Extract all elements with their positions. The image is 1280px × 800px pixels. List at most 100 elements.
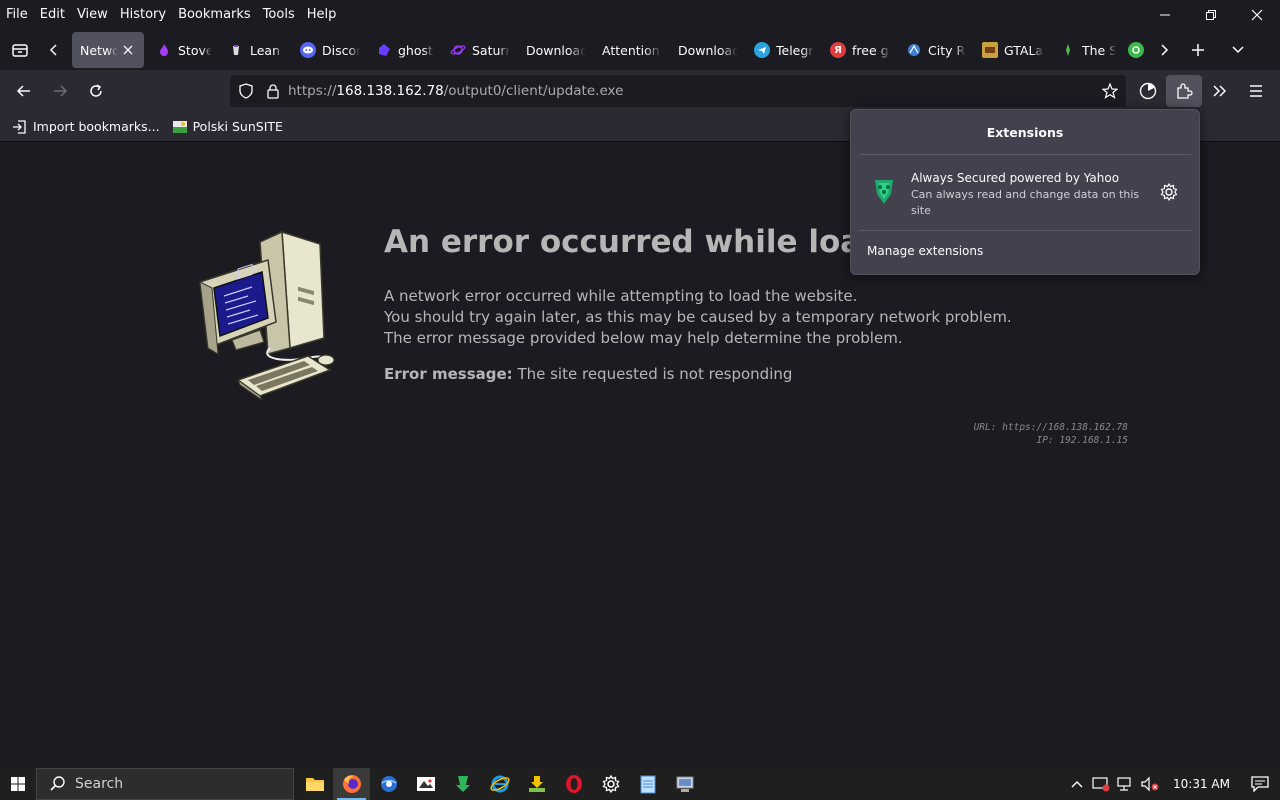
shield-icon[interactable]: [238, 83, 254, 99]
error-message-label: Error message:: [384, 365, 513, 383]
forward-button[interactable]: [42, 75, 78, 107]
url-text[interactable]: https://168.138.162.78/output0/client/up…: [288, 83, 623, 99]
tab-attention[interactable]: Attention: [594, 32, 670, 68]
close-window-button[interactable]: [1234, 0, 1280, 30]
tab-network-error[interactable]: Networ: [72, 32, 144, 68]
taskbar-internet-explorer[interactable]: [481, 768, 518, 800]
tab-stove[interactable]: Stove: [148, 32, 220, 68]
tab-ghost[interactable]: ghost: [368, 32, 442, 68]
volume-button[interactable]: [1137, 768, 1163, 800]
minimize-button[interactable]: [1142, 0, 1188, 30]
network-status-button[interactable]: [1113, 768, 1137, 800]
new-tab-button[interactable]: [1178, 30, 1218, 70]
puzzle-icon: [1177, 83, 1193, 99]
taskbar-opera[interactable]: [555, 768, 592, 800]
menu-tools[interactable]: Tools: [257, 5, 301, 25]
taskbar-firefox[interactable]: [333, 768, 370, 800]
menu-bookmarks[interactable]: Bookmarks: [172, 5, 257, 25]
back-button[interactable]: [6, 75, 42, 107]
tab-download-1[interactable]: Download: [518, 32, 594, 68]
restore-icon: [1206, 10, 1216, 20]
volume-muted-icon: [1141, 776, 1159, 792]
taskbar-app-imageviewer[interactable]: [407, 768, 444, 800]
url-scheme: https://: [288, 83, 337, 99]
error-url-line: URL: https://168.138.162.78: [973, 422, 1128, 433]
extensions-button[interactable]: [1166, 75, 1202, 107]
tray-app-icon[interactable]: [1089, 768, 1113, 800]
tab-label: ghost: [398, 42, 433, 58]
taskbar-app-downloader[interactable]: [518, 768, 555, 800]
error-line: A network error occurred while attemptin…: [384, 287, 858, 305]
download-arrow-icon: [528, 776, 545, 792]
tab-label: City R: [928, 42, 966, 58]
bookmark-import[interactable]: Import bookmarks...: [6, 115, 166, 139]
menu-file[interactable]: File: [0, 5, 34, 25]
taskbar-clock[interactable]: 10:31 AM: [1173, 777, 1230, 791]
chevron-up-icon: [1071, 781, 1083, 788]
menu-view[interactable]: View: [71, 5, 114, 25]
error-message-text: The site requested is not responding: [517, 365, 793, 383]
firefox-view-button[interactable]: [0, 30, 40, 70]
app-menu-button[interactable]: [1238, 75, 1274, 107]
taskbar-file-explorer[interactable]: [296, 768, 333, 800]
address-bar[interactable]: https://168.138.162.78/output0/client/up…: [230, 75, 1126, 107]
computer-icon: [676, 776, 693, 792]
menu-history[interactable]: History: [114, 5, 172, 25]
refresh-green-icon: [1128, 42, 1144, 58]
tab-saturn[interactable]: Saturn: [442, 32, 518, 68]
network-icon: [1117, 777, 1131, 791]
tab-telegram[interactable]: Telegr: [746, 32, 822, 68]
tab-the-si[interactable]: The Si: [1052, 32, 1124, 68]
arrow-right-icon: [54, 85, 68, 97]
tray-monitor-icon: [1092, 777, 1110, 792]
tab-label: The Si: [1082, 42, 1116, 58]
tab-label: free g: [852, 42, 889, 58]
bookmark-star-icon[interactable]: [1102, 83, 1118, 99]
taskbar-app-globe[interactable]: [370, 768, 407, 800]
manage-extensions-link[interactable]: Manage extensions: [867, 244, 983, 258]
separator: [859, 230, 1191, 231]
lock-icon[interactable]: [266, 83, 280, 99]
notification-icon: [1251, 776, 1269, 792]
gear-icon[interactable]: [1159, 182, 1179, 202]
image-viewer-icon: [416, 777, 435, 791]
reload-button[interactable]: [78, 75, 114, 107]
show-hidden-icons-button[interactable]: [1065, 768, 1089, 800]
tab-city[interactable]: City R: [898, 32, 974, 68]
error-description: A network error occurred while attemptin…: [384, 286, 1012, 349]
tab-scroll-right[interactable]: [1150, 30, 1178, 70]
tab-download-2[interactable]: Download: [670, 32, 746, 68]
tab-close-button[interactable]: [120, 42, 136, 58]
tab-gtala[interactable]: GTALa: [974, 32, 1052, 68]
menu-bar: File Edit View History Bookmarks Tools H…: [0, 0, 1280, 30]
notifications-button[interactable]: [1240, 768, 1280, 800]
tab-scroll-left[interactable]: [40, 30, 68, 70]
timer-extension-button[interactable]: [1130, 75, 1166, 107]
extension-item-always-secured[interactable]: Always Secured powered by Yahoo Can alwa…: [859, 162, 1191, 226]
taskbar-app-download-green[interactable]: [444, 768, 481, 800]
taskbar-notepad[interactable]: [629, 768, 666, 800]
menu-help[interactable]: Help: [301, 5, 343, 25]
taskbar-search[interactable]: Search: [36, 768, 294, 800]
taskbar-settings[interactable]: [592, 768, 629, 800]
tab-label: Saturn: [472, 42, 510, 58]
menu-edit[interactable]: Edit: [34, 5, 71, 25]
opera-icon: [565, 775, 582, 793]
tab-discord[interactable]: Discor: [292, 32, 368, 68]
start-button[interactable]: [0, 768, 36, 800]
tab-lean[interactable]: Lean S: [220, 32, 292, 68]
chevron-down-icon: [1232, 46, 1244, 54]
tab-bar: Networ Stove Lean S Discor ghost Saturn …: [0, 30, 1280, 70]
restore-button[interactable]: [1188, 0, 1234, 30]
hamburger-icon: [1250, 85, 1262, 97]
bookmark-polski-sunsite[interactable]: Polski SunSITE: [166, 115, 289, 139]
chevron-right-icon: [1161, 44, 1169, 56]
firefox-icon: [342, 775, 361, 793]
list-all-tabs-button[interactable]: [1218, 30, 1258, 70]
extensions-panel: Extensions Always Secured powered by Yah…: [850, 109, 1200, 275]
tab-label: Attention: [602, 42, 660, 58]
tab-free[interactable]: Я free g: [822, 32, 898, 68]
taskbar-app-computer[interactable]: [666, 768, 703, 800]
more-tools-button[interactable]: [1202, 75, 1238, 107]
tab-green-partial[interactable]: [1124, 32, 1150, 68]
